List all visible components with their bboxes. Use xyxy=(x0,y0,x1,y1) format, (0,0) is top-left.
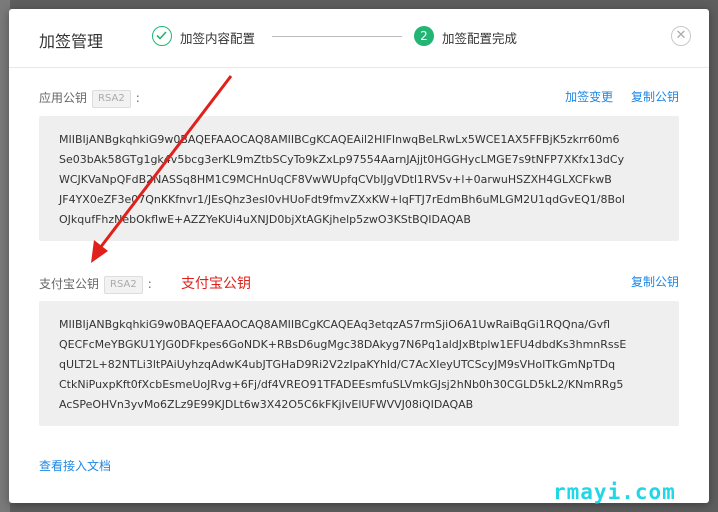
watermark: rmayi.com xyxy=(553,480,676,504)
annotation-arrow xyxy=(91,75,233,263)
